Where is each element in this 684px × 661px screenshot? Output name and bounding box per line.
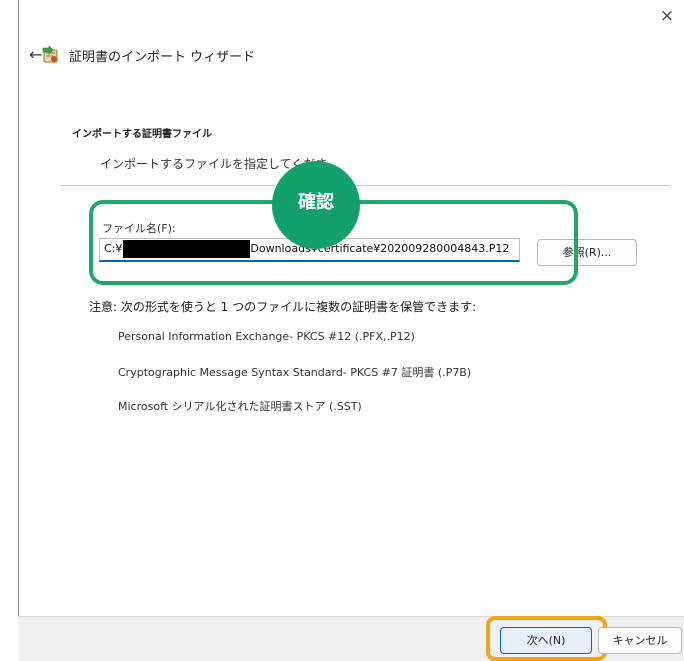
header-divider bbox=[60, 185, 671, 186]
wizard-title: 証明書のインポート ウィザード bbox=[69, 50, 256, 65]
format-item-pkcs12: Personal Information Exchange- PKCS #12 … bbox=[118, 330, 415, 343]
section-heading: インポートする証明書ファイル bbox=[72, 129, 212, 140]
next-highlight-box bbox=[486, 616, 607, 661]
certificate-import-icon bbox=[42, 45, 58, 63]
close-button[interactable]: × bbox=[655, 4, 679, 28]
confirm-badge: 確認 bbox=[272, 161, 360, 249]
format-note: 注意: 次の形式を使うと 1 つのファイルに複数の証明書を保管できます: bbox=[89, 300, 477, 314]
format-item-pkcs7: Cryptographic Message Syntax Standard- P… bbox=[118, 366, 472, 379]
format-item-sst: Microsoft シリアル化された証明書ストア (.SST) bbox=[118, 400, 362, 413]
cancel-button[interactable]: キャンセル bbox=[598, 627, 682, 654]
